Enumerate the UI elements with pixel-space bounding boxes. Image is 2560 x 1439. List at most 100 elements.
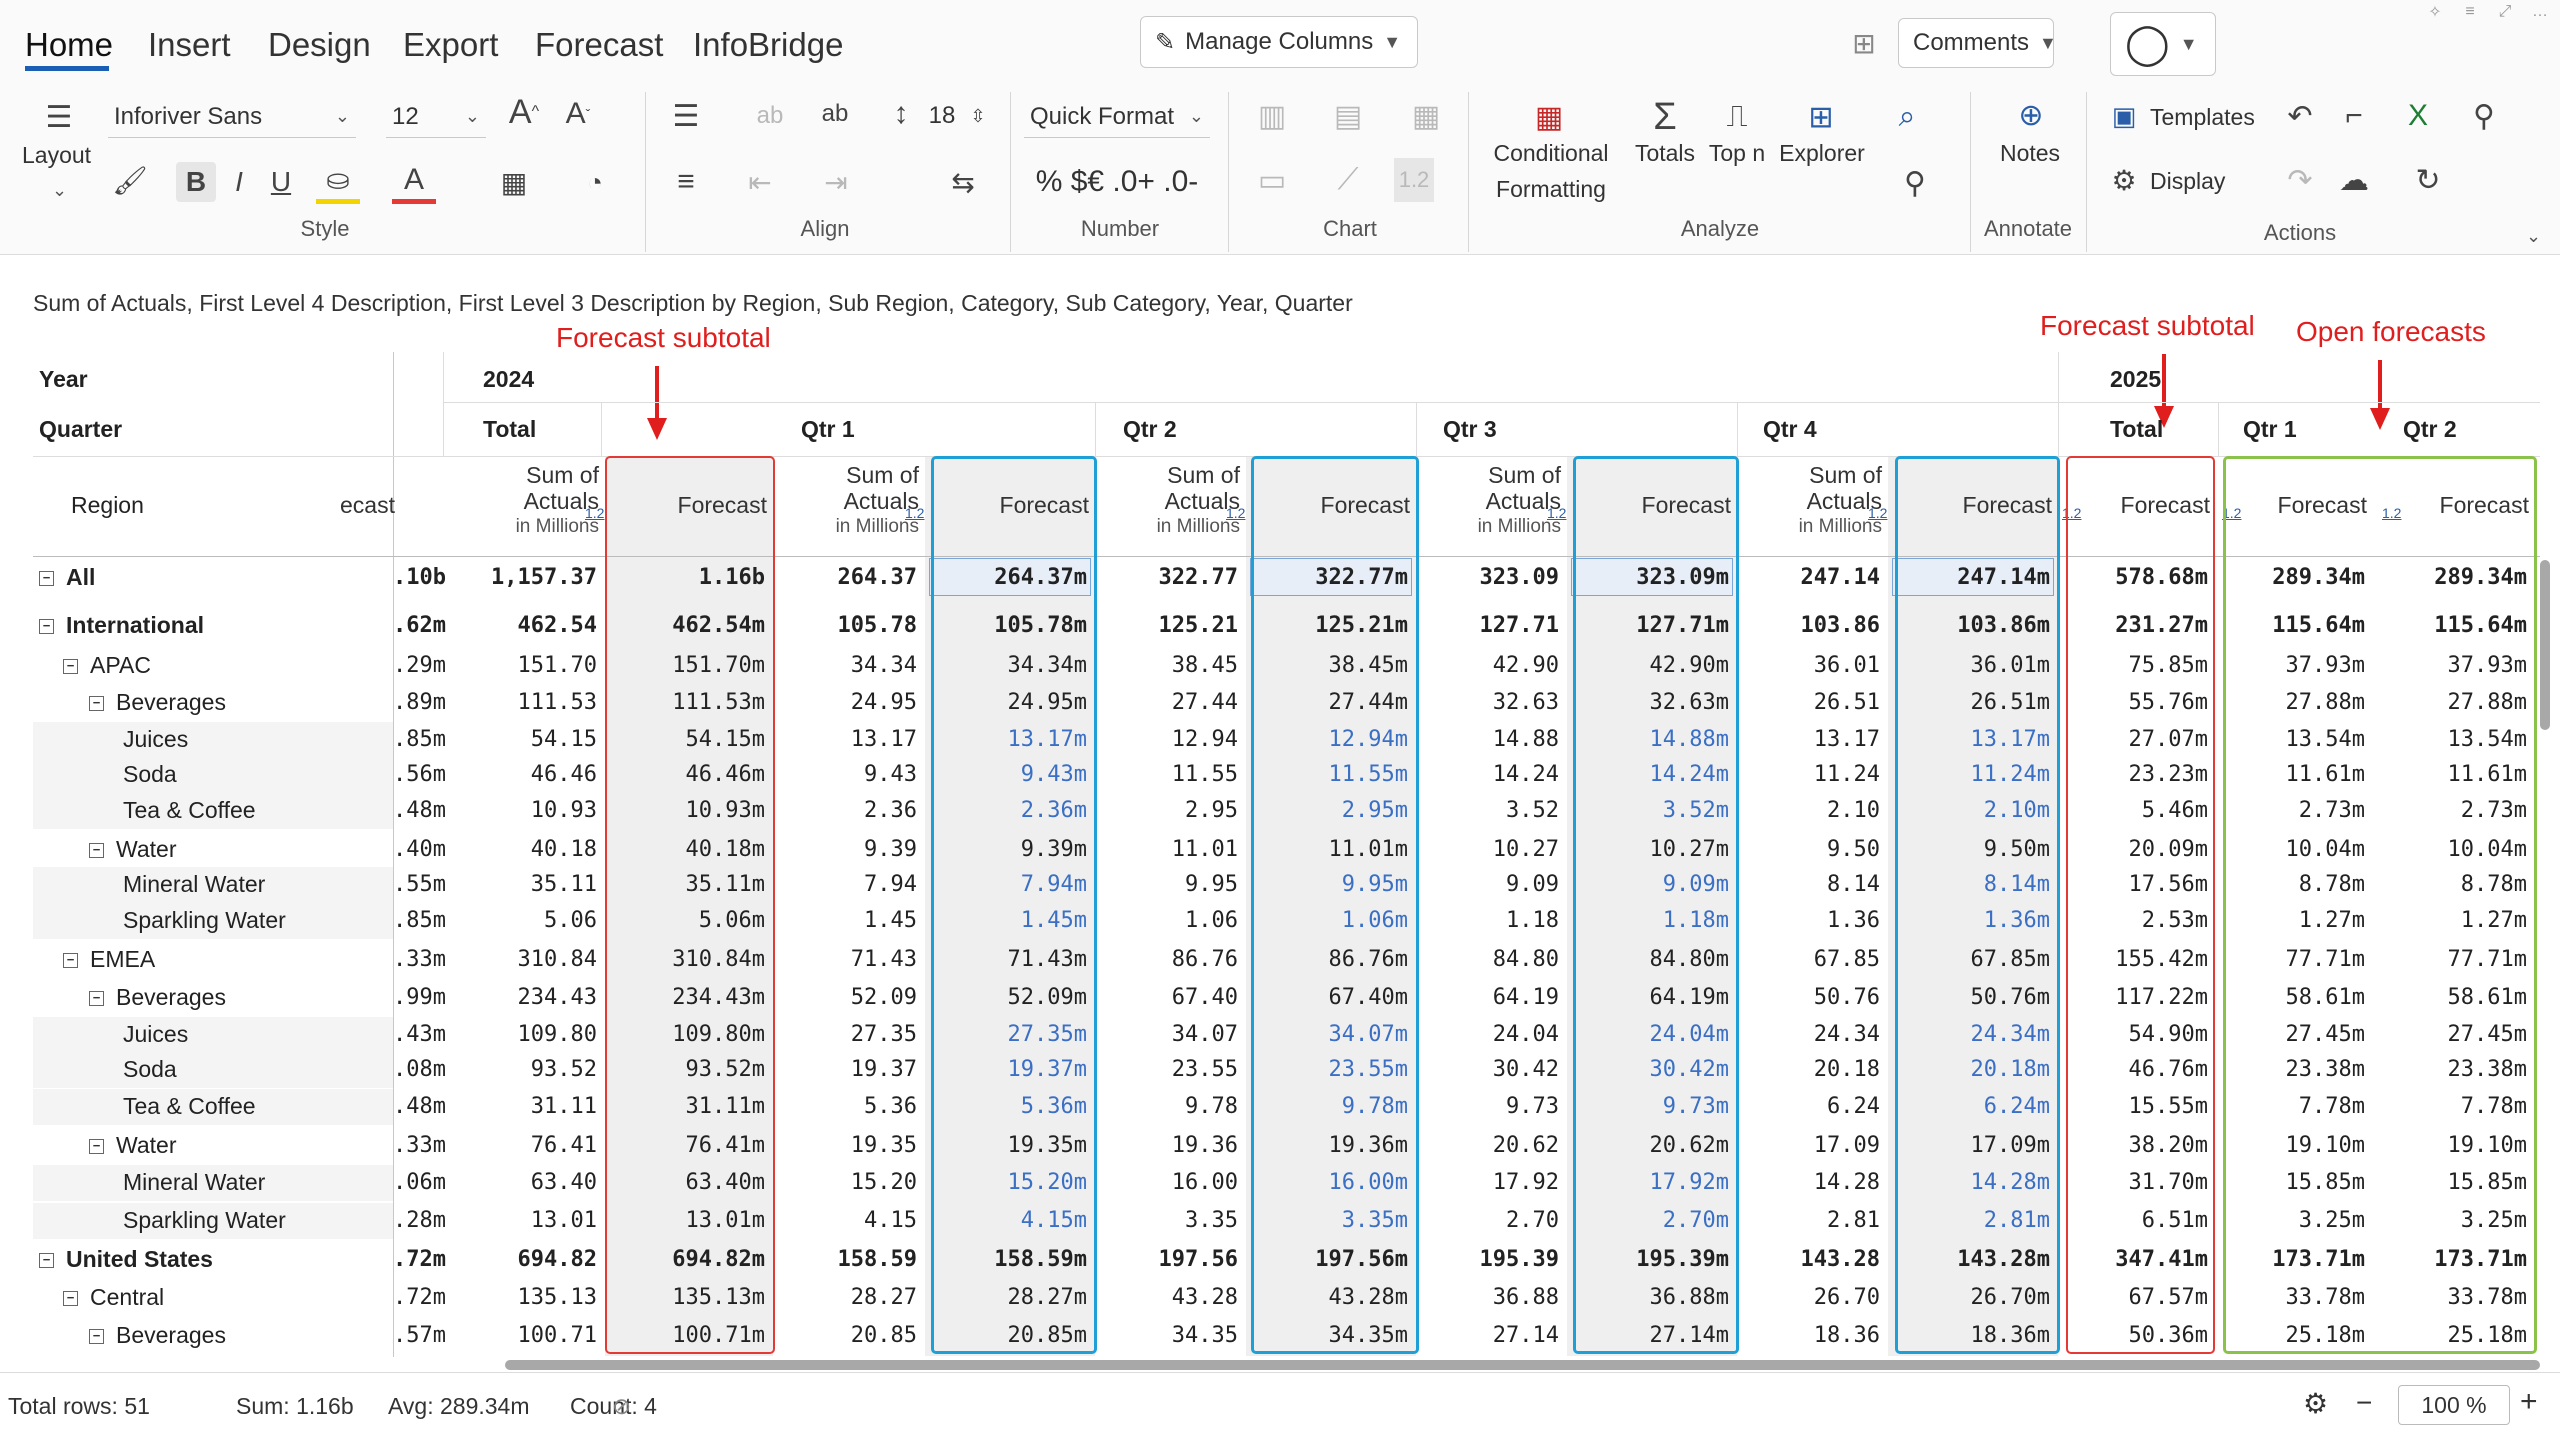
tab-export[interactable]: Export: [403, 26, 498, 64]
table-cell[interactable]: 38.45: [1095, 653, 1238, 678]
table-cell[interactable]: 2.53m: [2058, 908, 2208, 933]
table-cell[interactable]: 24.95m: [925, 690, 1087, 715]
table-cell[interactable]: 93.52m: [605, 1057, 765, 1082]
qtr3-2024-header[interactable]: Qtr 3: [1443, 416, 1497, 443]
table-cell[interactable]: 23.55: [1095, 1057, 1238, 1082]
table-cell[interactable]: 11.01: [1095, 837, 1238, 862]
table-cell[interactable]: 9.39m: [925, 837, 1087, 862]
table-cell[interactable]: 31.70m: [2058, 1170, 2208, 1195]
table-cell[interactable]: 40.18m: [605, 837, 765, 862]
data-bar-badge-icon[interactable]: 1.2: [2222, 500, 2241, 526]
settings-icon[interactable]: ⚙: [2104, 160, 2144, 200]
table-cell[interactable]: 5.36m: [925, 1094, 1087, 1119]
table-cell[interactable]: 31.11m: [605, 1094, 765, 1119]
table-cell[interactable]: 15.55m: [2058, 1094, 2208, 1119]
table-cell[interactable]: 25.18m: [2218, 1323, 2365, 1348]
table-cell[interactable]: 347.41m: [2058, 1247, 2208, 1272]
table-cell[interactable]: 2.36: [773, 798, 917, 823]
font-family-select[interactable]: Inforiver Sans ⌄: [108, 96, 356, 138]
table-cell[interactable]: 10.04m: [2218, 837, 2365, 862]
table-cell[interactable]: 71.43m: [925, 947, 1087, 972]
table-cell[interactable]: 2.73m: [2218, 798, 2365, 823]
row-height-value[interactable]: 18: [922, 96, 962, 136]
data-bar-badge-icon[interactable]: 1.2: [1868, 500, 1887, 526]
table-cell[interactable]: 109.80m: [605, 1022, 765, 1047]
row-label[interactable]: − Water: [89, 1132, 177, 1159]
increase-font-icon[interactable]: A ^: [502, 90, 546, 134]
table-cell[interactable]: 63.40m: [605, 1170, 765, 1195]
table-cell[interactable]: 86.76: [1095, 947, 1238, 972]
line-height-icon[interactable]: ↕: [888, 92, 914, 136]
table-cell[interactable]: 125.21m: [1246, 613, 1408, 638]
table-cell[interactable]: 2.81: [1737, 1208, 1880, 1233]
table-cell[interactable]: 52.09m: [925, 985, 1087, 1010]
table-cell[interactable]: 11.01m: [1246, 837, 1408, 862]
variance-chart-icon[interactable]: ▤: [1318, 94, 1378, 138]
table-cell[interactable]: 12.94: [1095, 727, 1238, 752]
table-cell[interactable]: 3.25m: [2378, 1208, 2527, 1233]
table-cell[interactable]: 1.16b: [605, 565, 765, 590]
table-cell[interactable]: 32.63: [1416, 690, 1559, 715]
table-cell[interactable]: 10.27m: [1567, 837, 1729, 862]
table-cell[interactable]: 27.45m: [2378, 1022, 2527, 1047]
table-cell[interactable]: 20.18m: [1888, 1057, 2050, 1082]
table-cell[interactable]: 8.78m: [2378, 872, 2527, 897]
pin-icon[interactable]: ✧: [2420, 0, 2450, 24]
table-cell[interactable]: 11.55: [1095, 762, 1238, 787]
text-wrap-icon[interactable]: ab: [740, 94, 800, 138]
table-cell[interactable]: 13.17m: [1888, 727, 2050, 752]
table-cell[interactable]: 33.78m: [2218, 1285, 2365, 1310]
column-header[interactable]: 1.2 Forecast: [2378, 456, 2529, 556]
data-bar-badge-icon[interactable]: 1.2: [2062, 500, 2081, 526]
column-header[interactable]: ecast: [340, 456, 395, 556]
table-cell[interactable]: 50.76m: [1888, 985, 2050, 1010]
table-cell[interactable]: 231.27m: [2058, 613, 2208, 638]
table-cell[interactable]: 151.70: [401, 653, 597, 678]
refresh-icon[interactable]: ↻: [2400, 160, 2456, 200]
table-cell[interactable]: 67.40: [1095, 985, 1238, 1010]
table-cell[interactable]: 9.50: [1737, 837, 1880, 862]
column-chart-icon[interactable]: ▭: [1242, 158, 1302, 202]
table-cell[interactable]: 16.00: [1095, 1170, 1238, 1195]
table-cell[interactable]: 10.93: [401, 798, 597, 823]
table-cell[interactable]: 9.95: [1095, 872, 1238, 897]
search-icon[interactable]: ⌕: [1884, 94, 1930, 140]
top-n-label[interactable]: Top n: [1702, 140, 1772, 167]
visibility-icon[interactable]: ◔: [560, 160, 630, 204]
table-cell[interactable]: 38.45m: [1246, 653, 1408, 678]
decrease-font-icon[interactable]: Aˇ: [556, 92, 600, 136]
table-cell[interactable]: 234.43m: [605, 985, 765, 1010]
table-cell[interactable]: 18.36: [1737, 1323, 1880, 1348]
horizontal-scrollbar[interactable]: [505, 1360, 2540, 1370]
table-cell[interactable]: 1.36m: [1888, 908, 2050, 933]
table-cell[interactable]: 5.36: [773, 1094, 917, 1119]
column-header[interactable]: 1.2 Forecast: [1868, 456, 2052, 556]
collapse-toggle-icon[interactable]: −: [39, 619, 54, 634]
conditional-formatting-label-line2[interactable]: Formatting: [1484, 176, 1618, 203]
borders-icon[interactable]: ▦: [484, 160, 544, 204]
table-cell[interactable]: 34.34: [773, 653, 917, 678]
table-cell[interactable]: 20.62: [1416, 1133, 1559, 1158]
table-cell[interactable]: 8.14m: [1888, 872, 2050, 897]
qtr2-2024-header[interactable]: Qtr 2: [1123, 416, 1177, 443]
table-cell[interactable]: 23.55m: [1246, 1057, 1408, 1082]
table-cell[interactable]: 11.61m: [2218, 762, 2365, 787]
table-cell[interactable]: 23.38m: [2378, 1057, 2527, 1082]
table-cell[interactable]: 2.70m: [1567, 1208, 1729, 1233]
table-cell[interactable]: 117.22m: [2058, 985, 2208, 1010]
table-cell[interactable]: 125.21: [1095, 613, 1238, 638]
column-header[interactable]: Sum of Actuals in Millions: [401, 462, 599, 562]
table-cell[interactable]: 77.71m: [2378, 947, 2527, 972]
text-direction-icon[interactable]: ⇆: [926, 160, 1000, 204]
table-cell[interactable]: 2.10: [1737, 798, 1880, 823]
table-cell[interactable]: 155.42m: [2058, 947, 2208, 972]
table-cell[interactable]: 1.18m: [1567, 908, 1729, 933]
table-cell[interactable]: 19.10m: [2218, 1133, 2365, 1158]
table-cell[interactable]: 2.36m: [925, 798, 1087, 823]
column-header[interactable]: Sum of Actuals in Millions: [1095, 462, 1240, 562]
table-cell[interactable]: 15.20m: [925, 1170, 1087, 1195]
table-cell[interactable]: 11.24m: [1888, 762, 2050, 787]
table-cell[interactable]: 27.07m: [2058, 727, 2208, 752]
table-cell[interactable]: 158.59: [773, 1247, 917, 1272]
table-cell[interactable]: 14.24m: [1567, 762, 1729, 787]
